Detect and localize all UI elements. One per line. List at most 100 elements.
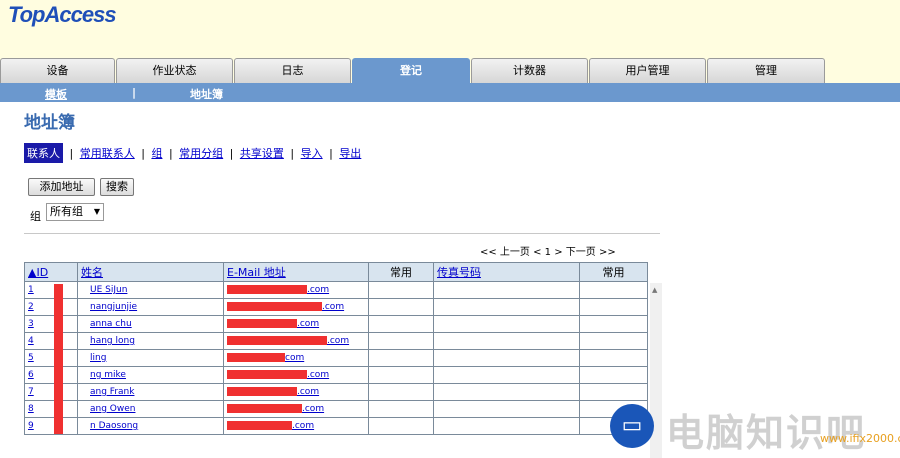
subtab-shared-settings[interactable]: 共享设置	[240, 145, 284, 161]
cell-name[interactable]: ng mike	[77, 366, 224, 384]
row-name-link[interactable]: UE SiJun	[90, 285, 127, 295]
row-name-link[interactable]: n Daosong	[90, 421, 138, 431]
cell-fax	[433, 400, 580, 418]
subtab-frequent-group[interactable]: 常用分组	[179, 145, 223, 161]
cell-id[interactable]: 7	[24, 383, 78, 401]
cell-name[interactable]: n Daosong	[77, 417, 224, 435]
subtab-separator: |	[229, 147, 234, 160]
tab-administration[interactable]: 管理	[707, 58, 825, 83]
row-name-link[interactable]: ang Frank	[90, 387, 134, 397]
row-email-link[interactable]: .com	[297, 319, 319, 329]
table-row[interactable]: 3 anna chu .com	[24, 315, 648, 333]
table-row[interactable]: 4 hang long .com	[24, 332, 648, 350]
sort-by-fax-link[interactable]: 传真号码	[437, 266, 481, 279]
row-id-link[interactable]: 5	[28, 353, 34, 363]
row-name-link[interactable]: nangjunjie	[90, 302, 137, 312]
row-id-link[interactable]: 3	[28, 319, 34, 329]
cell-name[interactable]: hang long	[77, 332, 224, 350]
row-email-link[interactable]: .com	[322, 302, 344, 312]
cell-email[interactable]: com	[223, 349, 369, 367]
address-table: ▲ID 姓名 E-Mail 地址 常用 传真号码 常用 1 UE SiJun .co…	[24, 262, 648, 435]
cell-email[interactable]: .com	[223, 332, 369, 350]
cell-email[interactable]: .com	[223, 298, 369, 316]
subtab-frequent-contacts[interactable]: 常用联系人	[80, 145, 135, 161]
row-name-link[interactable]: anna chu	[90, 319, 132, 329]
cell-id[interactable]: 2	[24, 298, 78, 316]
cell-email[interactable]: .com	[223, 417, 369, 435]
sort-by-email-link[interactable]: E-Mail 地址	[227, 266, 286, 279]
cell-id[interactable]: 8	[24, 400, 78, 418]
cell-id[interactable]: 5	[24, 349, 78, 367]
row-id-link[interactable]: 1	[28, 285, 34, 295]
cell-id[interactable]: 6	[24, 366, 78, 384]
cell-id[interactable]: 1	[24, 281, 78, 299]
row-id-link[interactable]: 8	[28, 404, 34, 414]
row-email-link[interactable]: .com	[297, 387, 319, 397]
cell-name[interactable]: ang Frank	[77, 383, 224, 401]
table-row[interactable]: 5 ling com	[24, 349, 648, 367]
row-email-link[interactable]: .com	[307, 285, 329, 295]
group-filter-select[interactable]: 所有组 ▼	[46, 203, 104, 221]
tab-device[interactable]: 设备	[0, 58, 115, 83]
row-email-link[interactable]: .com	[302, 404, 324, 414]
sort-by-name-link[interactable]: 姓名	[81, 266, 103, 279]
subtab-contacts[interactable]: 联系人	[24, 143, 63, 163]
tab-user-management[interactable]: 用户管理	[589, 58, 706, 83]
tab-job-status[interactable]: 作业状态	[116, 58, 233, 83]
tab-registration[interactable]: 登记	[352, 58, 470, 83]
cell-email[interactable]: .com	[223, 315, 369, 333]
row-id-link[interactable]: 2	[28, 302, 34, 312]
cell-name[interactable]: anna chu	[77, 315, 224, 333]
cell-id[interactable]: 3	[24, 315, 78, 333]
pager-current-page: < 1 >	[533, 247, 563, 258]
row-id-link[interactable]: 7	[28, 387, 34, 397]
table-row[interactable]: 2 nangjunjie .com	[24, 298, 648, 316]
column-header-id[interactable]: ▲ID	[24, 262, 78, 282]
cell-frequent	[579, 349, 648, 367]
subtab-separator: |	[69, 147, 74, 160]
row-id-link[interactable]: 4	[28, 336, 34, 346]
cell-name[interactable]: UE SiJun	[77, 281, 224, 299]
pager-next-link[interactable]: 下一页 >>	[566, 247, 616, 258]
cell-name[interactable]: ang Owen	[77, 400, 224, 418]
cell-email[interactable]: .com	[223, 400, 369, 418]
cell-name[interactable]: ling	[77, 349, 224, 367]
cell-email[interactable]: .com	[223, 383, 369, 401]
table-row[interactable]: 1 UE SiJun .com	[24, 281, 648, 299]
column-header-email[interactable]: E-Mail 地址	[223, 262, 369, 282]
search-button[interactable]: 搜索	[100, 178, 134, 196]
subnav-template-link[interactable]: 模板	[45, 86, 67, 102]
row-id-link[interactable]: 6	[28, 370, 34, 380]
row-name-link[interactable]: hang long	[90, 336, 135, 346]
cell-id[interactable]: 9	[24, 417, 78, 435]
row-email-link[interactable]: com	[285, 353, 304, 363]
column-header-frequent: 常用	[579, 262, 648, 282]
row-name-link[interactable]: ang Owen	[90, 404, 135, 414]
table-row[interactable]: 9 n Daosong .com	[24, 417, 648, 435]
subnav-addressbook-current: 地址簿	[190, 88, 223, 101]
table-row[interactable]: 8 ang Owen .com	[24, 400, 648, 418]
subtab-group[interactable]: 组	[151, 145, 162, 161]
row-name-link[interactable]: ling	[90, 353, 106, 363]
sort-by-id-link[interactable]: ▲ID	[28, 266, 48, 279]
cell-email[interactable]: .com	[223, 281, 369, 299]
row-id-link[interactable]: 9	[28, 421, 34, 431]
table-row[interactable]: 6 ng mike .com	[24, 366, 648, 384]
subtab-import[interactable]: 导入	[301, 145, 323, 161]
table-row[interactable]: 7 ang Frank .com	[24, 383, 648, 401]
row-email-link[interactable]: .com	[307, 370, 329, 380]
cell-id[interactable]: 4	[24, 332, 78, 350]
tab-counter[interactable]: 计数器	[471, 58, 588, 83]
cell-email[interactable]: .com	[223, 366, 369, 384]
pager-prev-link[interactable]: << 上一页	[480, 247, 530, 258]
tab-logs[interactable]: 日志	[234, 58, 351, 83]
row-email-link[interactable]: .com	[327, 336, 349, 346]
column-header-name[interactable]: 姓名	[77, 262, 224, 282]
row-name-link[interactable]: ng mike	[90, 370, 126, 380]
cell-name[interactable]: nangjunjie	[77, 298, 224, 316]
row-email-link[interactable]: .com	[292, 421, 314, 431]
column-header-fax[interactable]: 传真号码	[433, 262, 580, 282]
scroll-up-arrow-icon[interactable]: ▲	[652, 286, 657, 294]
subtab-export[interactable]: 导出	[339, 145, 361, 161]
add-address-button[interactable]: 添加地址	[28, 178, 95, 196]
